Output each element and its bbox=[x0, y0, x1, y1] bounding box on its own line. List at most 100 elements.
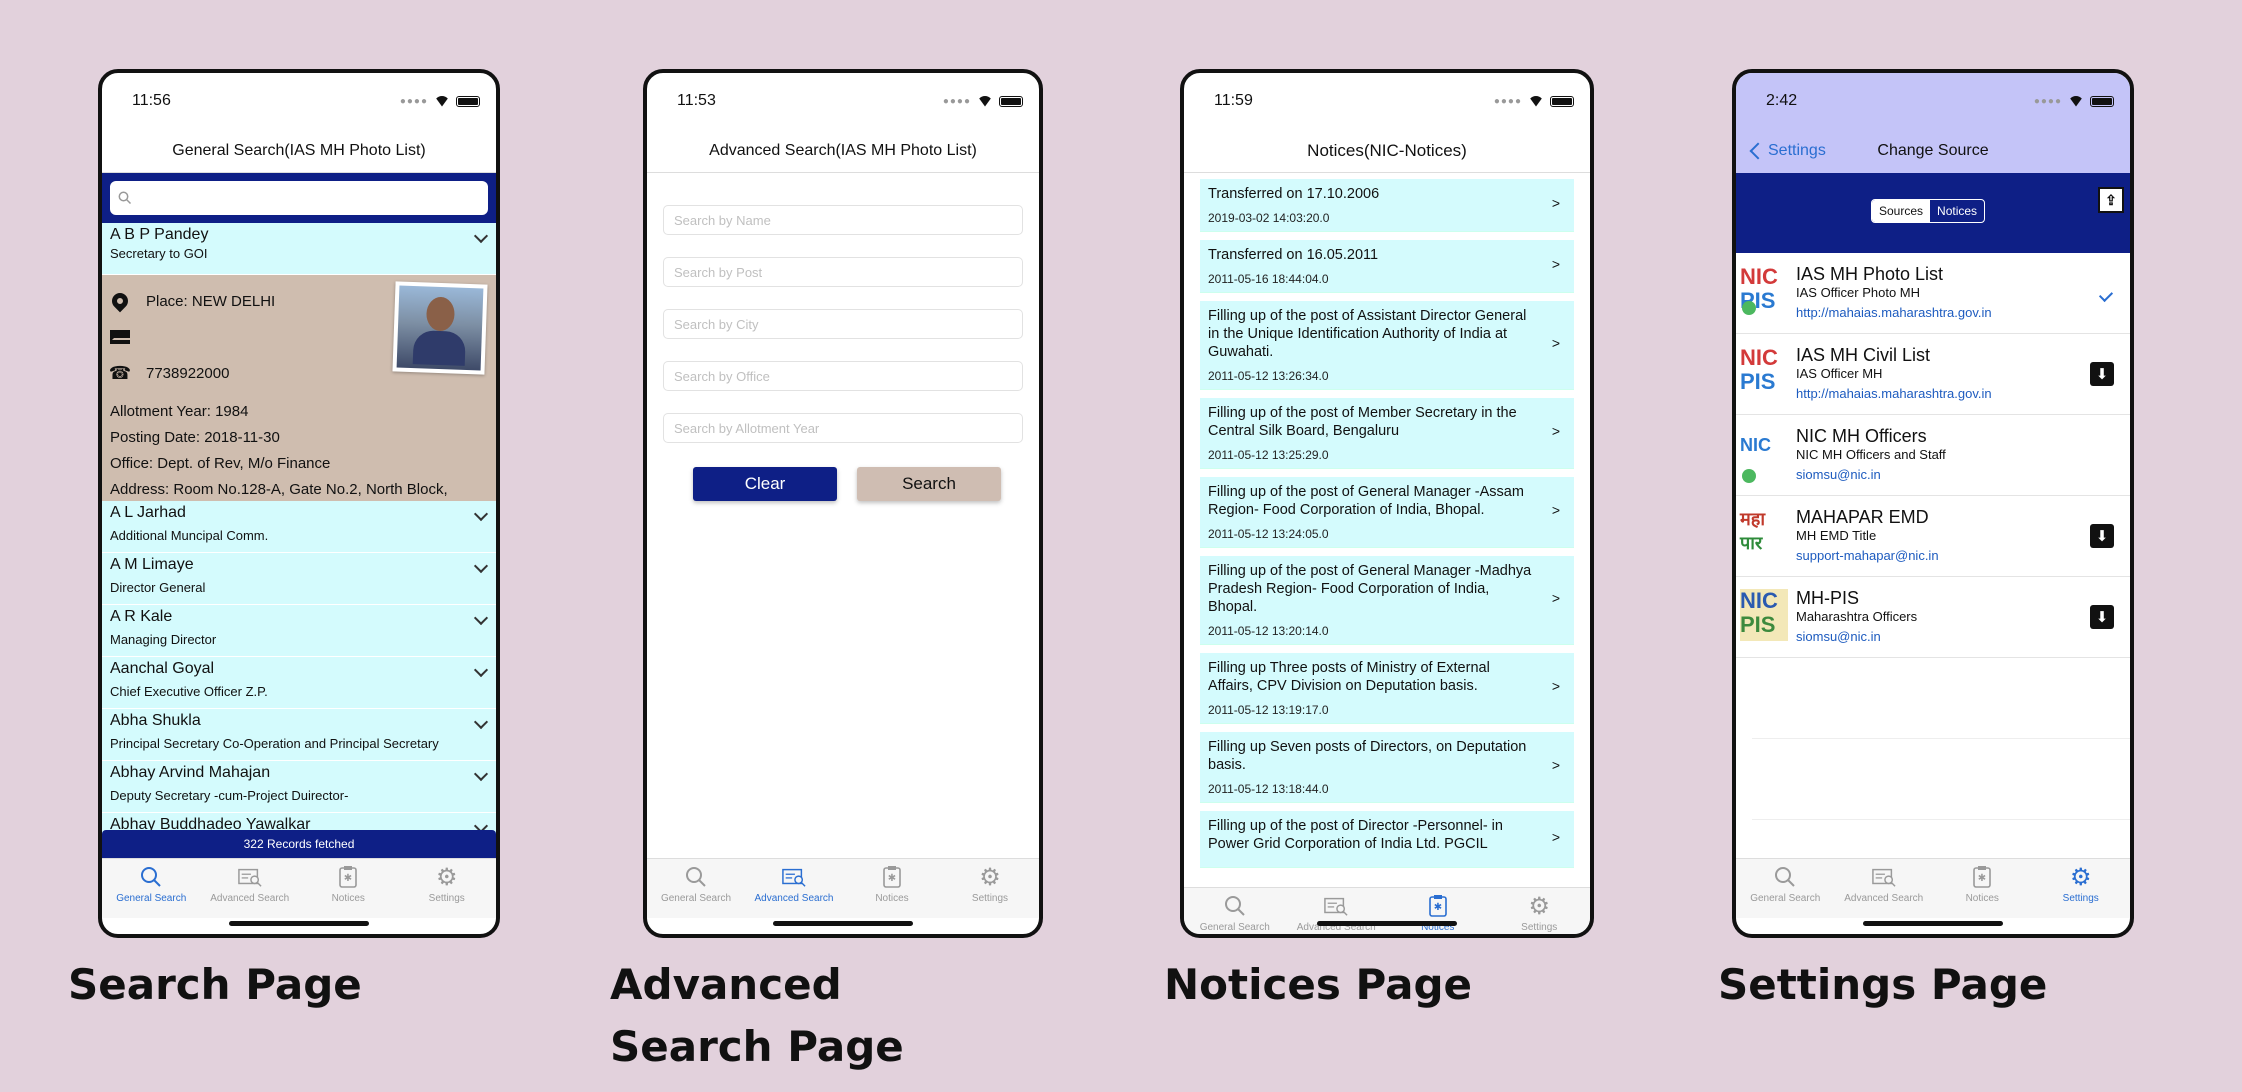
person-name: Aanchal Goyal bbox=[110, 660, 215, 677]
tab-advanced-search[interactable]: Advanced Search bbox=[1286, 888, 1388, 934]
gear-icon: ⚙ bbox=[1528, 892, 1550, 920]
back-button[interactable]: Settings bbox=[1746, 142, 1826, 160]
chevron-right-icon[interactable]: > bbox=[1552, 423, 1560, 439]
upload-icon[interactable]: ⇪ bbox=[2098, 187, 2124, 213]
list-item[interactable]: Filling up of the post of Member Secreta… bbox=[1200, 398, 1574, 469]
tab-settings[interactable]: ⚙ Settings bbox=[398, 859, 497, 918]
source-link[interactable]: support-mahapar@nic.in bbox=[1796, 548, 2130, 563]
chevron-right-icon[interactable]: > bbox=[1552, 335, 1560, 351]
tab-notices[interactable]: ✱ Notices bbox=[299, 859, 398, 918]
status-bar: 2:42 ●●●● bbox=[1736, 73, 2130, 129]
segmented-control[interactable]: Sources Notices bbox=[1871, 199, 1986, 223]
notices-screen: 11:59 ●●●● Notices(NIC-Notices) Transfer… bbox=[1180, 69, 1594, 938]
list-item[interactable]: NIC PIS MH-PIS Maharashtra Officers sioms… bbox=[1736, 577, 2130, 658]
city-field[interactable]: Search by City bbox=[663, 309, 1023, 339]
list-item[interactable]: A M Limaye Director General bbox=[102, 553, 496, 605]
signal-icon: ●●●● bbox=[942, 95, 971, 107]
notice-date: 2011-05-12 13:24:05.0 bbox=[1208, 527, 1329, 541]
office-field[interactable]: Search by Office bbox=[663, 361, 1023, 391]
list-item[interactable]: Filling up of the post of Assistant Dire… bbox=[1200, 301, 1574, 390]
verified-icon bbox=[1742, 301, 1756, 315]
list-item[interactable]: Filling up of the post of General Manage… bbox=[1200, 556, 1574, 645]
notice-title: Filling up of the post of Assistant Dire… bbox=[1208, 308, 1527, 360]
source-link[interactable]: siomsu@nic.in bbox=[1796, 629, 2130, 644]
person-phone[interactable]: 7738922000 bbox=[146, 365, 229, 382]
home-indicator bbox=[773, 921, 913, 926]
chevron-right-icon[interactable]: > bbox=[1552, 590, 1560, 606]
tab-general-search[interactable]: General Search bbox=[1736, 859, 1835, 918]
source-link[interactable]: http://mahaias.maharashtra.gov.in bbox=[1796, 305, 2130, 320]
caption-settings-page: Settings Page bbox=[1718, 960, 2048, 1009]
source-link[interactable]: http://mahaias.maharashtra.gov.in bbox=[1796, 386, 2130, 401]
phone-icon[interactable]: ☎ bbox=[109, 363, 131, 384]
svg-text:✱: ✱ bbox=[888, 873, 896, 884]
tab-advanced-search[interactable]: Advanced Search bbox=[745, 859, 843, 918]
person-post: Director General bbox=[110, 580, 206, 595]
list-item[interactable]: A B P Pandey Secretary to GOI bbox=[102, 223, 496, 275]
tab-advanced-search[interactable]: Advanced Search bbox=[1835, 859, 1934, 918]
tab-settings[interactable]: ⚙ Settings bbox=[941, 859, 1039, 918]
mail-icon[interactable] bbox=[110, 330, 132, 344]
list-item[interactable]: Transferred on 17.10.2006 2019-03-02 14:0… bbox=[1200, 179, 1574, 232]
nav-title: Notices(NIC-Notices) bbox=[1184, 129, 1590, 173]
tab-general-search[interactable]: General Search bbox=[1184, 888, 1286, 934]
allotment-year-field[interactable]: Search by Allotment Year bbox=[663, 413, 1023, 443]
notice-date: 2011-05-12 13:25:29.0 bbox=[1208, 448, 1329, 462]
nic-pis-logo: NIC PIS bbox=[1740, 345, 1778, 394]
chevron-left-icon bbox=[1749, 142, 1767, 160]
download-icon[interactable]: ⬇ bbox=[2090, 605, 2114, 629]
tab-notices[interactable]: ✱ Notices bbox=[843, 859, 941, 918]
list-item[interactable]: Filling up Seven posts of Directors, on … bbox=[1200, 732, 1574, 803]
search-input[interactable] bbox=[110, 181, 488, 215]
segment-notices[interactable]: Notices bbox=[1930, 200, 1984, 222]
list-item[interactable]: Filling up Three posts of Ministry of Ex… bbox=[1200, 653, 1574, 724]
list-item[interactable]: Filling up of the post of Director -Pers… bbox=[1200, 811, 1574, 868]
chevron-right-icon[interactable]: > bbox=[1552, 256, 1560, 272]
tab-general-search[interactable]: General Search bbox=[647, 859, 745, 918]
download-icon[interactable]: ⬇ bbox=[2090, 362, 2114, 386]
list-item[interactable]: Filling up of the post of General Manage… bbox=[1200, 477, 1574, 548]
clear-button[interactable]: Clear bbox=[693, 467, 837, 501]
notice-date: 2011-05-16 18:44:04.0 bbox=[1208, 272, 1329, 286]
tab-notices[interactable]: ✱ Notices bbox=[1387, 888, 1489, 934]
segment-sources[interactable]: Sources bbox=[1872, 200, 1931, 222]
person-name: Abhay Arvind Mahajan bbox=[110, 764, 271, 781]
list-item[interactable]: Aanchal Goyal Chief Executive Officer Z.P… bbox=[102, 657, 496, 709]
download-icon[interactable]: ⬇ bbox=[2090, 524, 2114, 548]
chevron-right-icon[interactable]: > bbox=[1552, 502, 1560, 518]
list-item[interactable]: A R Kale Managing Director bbox=[102, 605, 496, 657]
list-item[interactable]: NIC NIC MH Officers NIC MH Officers and … bbox=[1736, 415, 2130, 496]
post-field[interactable]: Search by Post bbox=[663, 257, 1023, 287]
chevron-right-icon[interactable]: > bbox=[1552, 678, 1560, 694]
status-bar: 11:56 ●●●● bbox=[102, 73, 496, 129]
list-item[interactable]: Abha Shukla Principal Secretary Co-Operat… bbox=[102, 709, 496, 761]
name-field[interactable]: Search by Name bbox=[663, 205, 1023, 235]
tab-settings[interactable]: ⚙ Settings bbox=[1489, 888, 1591, 934]
list-item[interactable]: NIC PIS IAS MH Photo List IAS Officer Pho… bbox=[1736, 253, 2130, 334]
office: Office: Dept. of Rev, M/o Finance bbox=[110, 455, 331, 472]
list-item[interactable]: A L Jarhad Additional Muncipal Comm. bbox=[102, 501, 496, 553]
status-icons: ●●●● bbox=[400, 95, 480, 107]
status-time: 11:53 bbox=[677, 92, 716, 109]
list-item[interactable]: NIC PIS IAS MH Civil List IAS Officer MH … bbox=[1736, 334, 2130, 415]
sources-list[interactable]: NIC PIS IAS MH Photo List IAS Officer Pho… bbox=[1736, 253, 2130, 901]
tab-settings[interactable]: ⚙ Settings bbox=[2032, 859, 2131, 918]
list-item[interactable]: Abhay Arvind Mahajan Deputy Secretary -cu… bbox=[102, 761, 496, 813]
source-link[interactable]: siomsu@nic.in bbox=[1796, 467, 2130, 482]
search-button[interactable]: Search bbox=[857, 467, 1001, 501]
status-icons: ●●●● bbox=[2034, 95, 2114, 107]
list-item[interactable]: महा पार MAHAPAR EMD MH EMD Title support-… bbox=[1736, 496, 2130, 577]
chevron-right-icon[interactable]: > bbox=[1552, 829, 1560, 845]
tab-notices[interactable]: ✱ Notices bbox=[1933, 859, 2032, 918]
chevron-right-icon[interactable]: > bbox=[1552, 195, 1560, 211]
chevron-right-icon[interactable]: > bbox=[1552, 757, 1560, 773]
tab-advanced-search[interactable]: Advanced Search bbox=[201, 859, 300, 918]
notices-list[interactable]: Transferred on 17.10.2006 2019-03-02 14:0… bbox=[1184, 173, 1590, 887]
people-list[interactable]: A B P Pandey Secretary to GOI Place: NEW… bbox=[102, 223, 496, 841]
search-icon bbox=[1223, 894, 1247, 918]
wifi-icon bbox=[434, 95, 450, 107]
tab-general-search[interactable]: General Search bbox=[102, 859, 201, 918]
source-subtitle: Maharashtra Officers bbox=[1796, 609, 1918, 624]
list-item[interactable]: Transferred on 16.05.2011 2011-05-16 18:4… bbox=[1200, 240, 1574, 293]
notice-board-icon: ✱ bbox=[880, 865, 904, 889]
